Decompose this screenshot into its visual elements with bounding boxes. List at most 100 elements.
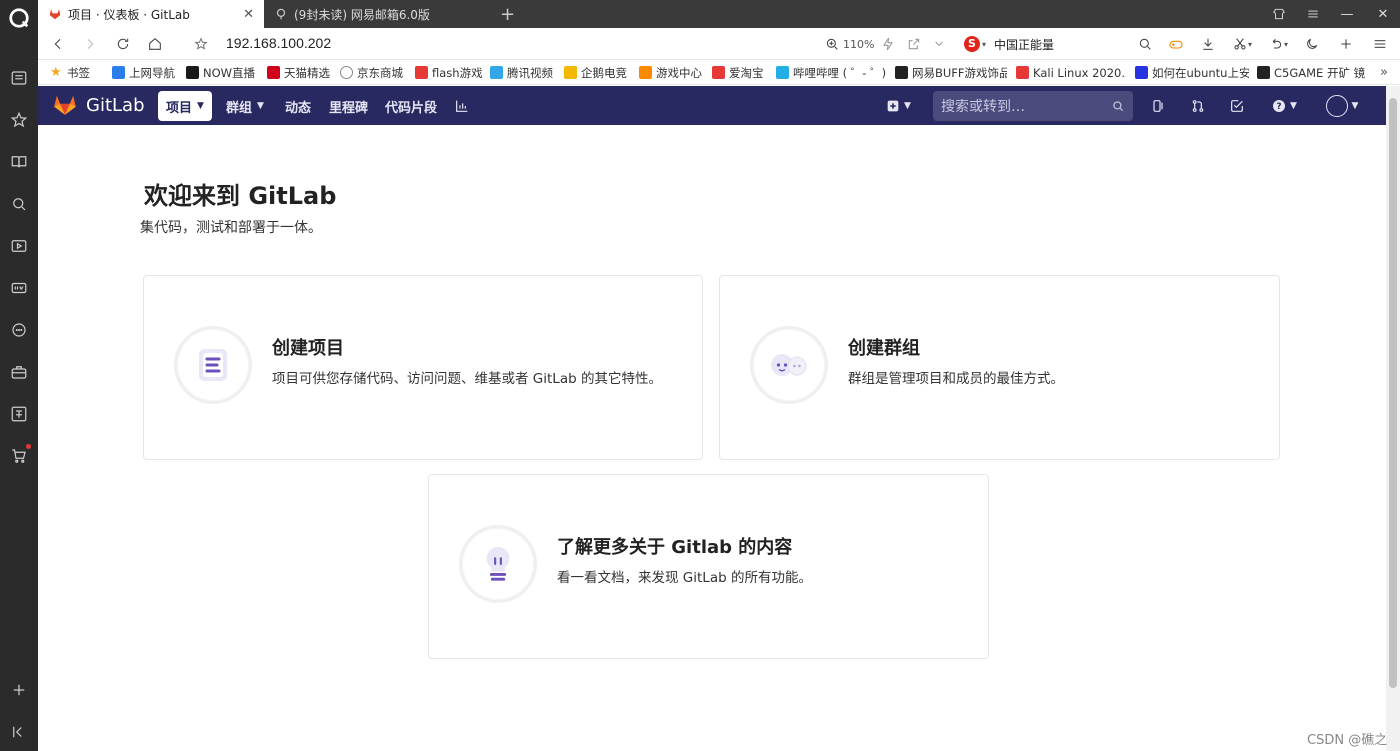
search-placeholder: 搜索或转到… <box>941 99 1025 115</box>
tab-gitlab[interactable]: 项目 · 仪表板 · GitLab ✕ <box>38 0 264 28</box>
bookmark-item[interactable]: 上网导航 <box>112 64 175 81</box>
menu-icon[interactable] <box>1296 0 1330 28</box>
page-title: 欢迎来到 GitLab <box>144 182 337 210</box>
skin-icon[interactable] <box>1262 0 1296 28</box>
screenshot-icon[interactable]: ▾ <box>1232 34 1252 54</box>
nav-snippets[interactable]: 代码片段 <box>385 94 437 118</box>
home-icon[interactable] <box>143 32 167 56</box>
bookmark-item[interactable]: 京东商城 <box>340 64 403 81</box>
bookmark-item[interactable]: 天猫精选 <box>267 64 330 81</box>
download-icon[interactable] <box>1200 34 1216 54</box>
minimize-icon[interactable]: — <box>1330 0 1364 28</box>
game-icon[interactable] <box>1168 34 1184 54</box>
reload-icon[interactable] <box>111 32 135 56</box>
bookmark-item[interactable]: 游戏中心 <box>639 64 702 81</box>
bookmark-item[interactable]: flash游戏 <box>415 64 483 81</box>
new-tab-button[interactable]: + <box>490 0 515 28</box>
zoom-indicator[interactable]: 110% <box>824 34 874 54</box>
bookmark-label: 哔哩哔哩 ( ゜- ゜)つ <box>793 65 886 80</box>
back-icon[interactable] <box>46 32 70 56</box>
bookmark-star-icon[interactable] <box>189 32 213 56</box>
video-icon[interactable] <box>7 234 31 258</box>
bookmark-label: flash游戏 <box>432 65 483 80</box>
dropdown-icon[interactable] <box>931 34 947 54</box>
new-item-button[interactable]: ▼ <box>880 96 916 116</box>
bookmark-icon <box>186 66 199 79</box>
browser-logo-icon[interactable] <box>7 6 31 30</box>
help-button[interactable]: ? ▼ <box>1266 96 1302 116</box>
share-icon[interactable] <box>906 34 922 54</box>
translate-icon[interactable] <box>7 402 31 426</box>
bookmark-item[interactable]: C5GAME 开矿 镜 <box>1257 64 1377 81</box>
bookmark-item[interactable]: ★ 书签 <box>50 64 90 81</box>
url-field[interactable]: 192.168.100.202 <box>226 35 331 51</box>
bookmark-icon <box>895 66 908 79</box>
collapse-sidebar-icon[interactable] <box>7 720 31 744</box>
card-title: 创建群组 <box>848 338 920 359</box>
nav-groups[interactable]: 群组 ▼ <box>226 94 264 118</box>
bookmarks-more-button[interactable]: » <box>1380 64 1388 81</box>
night-mode-icon[interactable] <box>1304 34 1320 54</box>
nav-milestones[interactable]: 里程碑 <box>329 94 368 118</box>
gitlab-logo[interactable]: GitLab <box>52 93 145 117</box>
reader-icon[interactable] <box>7 150 31 174</box>
bookmark-icon <box>564 66 577 79</box>
todos-icon[interactable] <box>1227 96 1247 116</box>
bookmark-item[interactable]: 如何在ubuntu上安 <box>1135 64 1249 81</box>
gitlab-navbar: GitLab 项目 ▼ 群组 ▼ 动态 里程碑 代码片段 ▼ 搜索或转到… ? … <box>38 86 1386 125</box>
search-icon[interactable] <box>7 192 31 216</box>
merge-requests-icon[interactable] <box>1188 96 1208 116</box>
add-icon[interactable] <box>7 678 31 702</box>
gitlab-tab-icon <box>49 9 61 20</box>
live-icon[interactable] <box>7 276 31 300</box>
issues-icon[interactable] <box>1148 96 1168 116</box>
bookmark-item[interactable]: NOW直播 <box>186 64 255 81</box>
learn-more-card[interactable]: 了解更多关于 Gitlab 的内容 看一看文档，来发现 GitLab 的所有功能… <box>428 474 989 659</box>
bookmark-icon <box>776 66 789 79</box>
create-project-card[interactable]: 创建项目 项目可供您存储代码、访问问题、维基或者 GitLab 的其它特性。 <box>143 275 703 460</box>
page-scrollbar[interactable] <box>1386 86 1400 751</box>
search-engine-selector[interactable]: S ▾ <box>964 34 986 54</box>
analytics-chart-icon[interactable] <box>452 96 472 116</box>
hamburger-menu-icon[interactable] <box>1372 34 1388 54</box>
nav-projects[interactable]: 项目 ▼ <box>158 91 212 121</box>
gitlab-logo-icon <box>54 95 76 115</box>
search-box-text[interactable]: 中国正能量 <box>994 34 1054 54</box>
flash-icon[interactable] <box>880 34 896 54</box>
undo-icon[interactable]: ▾ <box>1268 34 1288 54</box>
close-window-icon[interactable]: ✕ <box>1366 0 1400 28</box>
page-subtitle: 集代码，测试和部署于一体。 <box>140 220 322 236</box>
close-tab-icon[interactable]: ✕ <box>243 7 254 22</box>
address-bar: 192.168.100.202 110% S ▾ 中国正能量 ▾ ▾ <box>38 28 1400 60</box>
zoom-icon <box>826 38 838 50</box>
bookmark-item[interactable]: 腾讯视频 <box>490 64 553 81</box>
create-group-card[interactable]: 创建群组 群组是管理项目和成员的最佳方式。 <box>719 275 1280 460</box>
bookmark-label: 企鹅电竞 <box>581 65 627 80</box>
add-icon[interactable] <box>1338 34 1354 54</box>
favorites-icon[interactable] <box>7 108 31 132</box>
chevron-down-icon: ▾ <box>982 39 987 49</box>
plus-square-icon <box>887 100 899 112</box>
bookmark-label: C5GAME 开矿 镜 <box>1274 65 1366 80</box>
bookmark-item[interactable]: 哔哩哔哩 ( ゜- ゜)つ <box>776 64 886 81</box>
forward-icon[interactable] <box>78 32 102 56</box>
toolbox-icon[interactable] <box>7 360 31 384</box>
sogou-icon: S <box>964 36 980 52</box>
chevron-down-icon: ▼ <box>1351 101 1359 111</box>
bookmark-icon <box>1257 66 1270 79</box>
tab-mail[interactable]: (9封未读) 网易邮箱6.0版 <box>264 0 486 28</box>
shopping-cart-icon[interactable] <box>7 444 31 468</box>
news-icon[interactable] <box>7 66 31 90</box>
bookmark-item[interactable]: 爱淘宝 <box>712 64 764 81</box>
bookmark-item[interactable]: Kali Linux 2020.2 <box>1016 64 1126 81</box>
nav-activity[interactable]: 动态 <box>285 94 311 118</box>
chevron-down-icon: ▾ <box>1248 39 1253 49</box>
user-menu[interactable]: ▼ <box>1320 94 1364 118</box>
search-input[interactable]: 搜索或转到… <box>933 91 1133 121</box>
bookmark-label: Kali Linux 2020.2 <box>1033 65 1126 80</box>
bookmark-item[interactable]: 企鹅电竞 <box>564 64 627 81</box>
bookmark-item[interactable]: 网易BUFF游戏饰品 <box>895 64 1007 81</box>
search-icon[interactable] <box>1137 34 1153 54</box>
chat-icon[interactable] <box>7 318 31 342</box>
scrollbar-thumb[interactable] <box>1389 98 1397 688</box>
